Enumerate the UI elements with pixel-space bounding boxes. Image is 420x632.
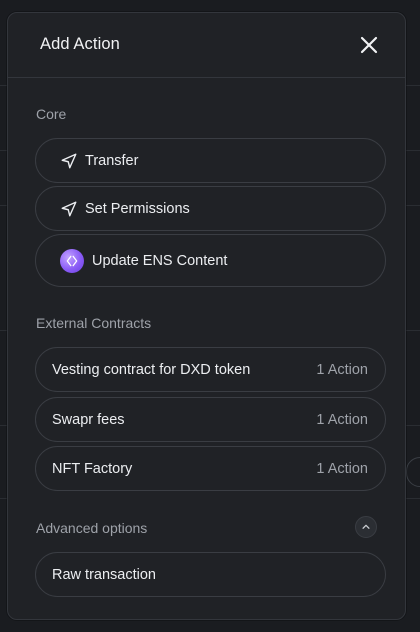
- section-label-core: Core: [36, 106, 67, 122]
- action-count: 1 Action: [316, 361, 368, 378]
- close-icon: [360, 36, 378, 54]
- chevron-up-icon: [362, 524, 370, 529]
- contract-nft-factory[interactable]: NFT Factory 1 Action: [35, 446, 386, 491]
- action-label: Raw transaction: [52, 566, 156, 583]
- add-action-modal: Add Action Core Transfer Set Permissions: [7, 12, 406, 620]
- contract-label: NFT Factory: [52, 460, 133, 477]
- action-label: Update ENS Content: [92, 252, 228, 269]
- section-label-advanced-options: Advanced options: [36, 520, 148, 536]
- send-icon: [59, 151, 79, 171]
- action-label: Transfer: [85, 152, 139, 169]
- action-label: Set Permissions: [85, 200, 190, 217]
- send-icon: [59, 199, 79, 219]
- contract-vesting-dxd[interactable]: Vesting contract for DXD token 1 Action: [35, 347, 386, 392]
- close-button[interactable]: [357, 33, 381, 57]
- contract-label: Vesting contract for DXD token: [52, 361, 251, 378]
- contract-swapr-fees[interactable]: Swapr fees 1 Action: [35, 397, 386, 442]
- background-button: [406, 457, 420, 487]
- modal-header: Add Action: [8, 13, 405, 78]
- action-count: 1 Action: [316, 411, 368, 428]
- contract-label: Swapr fees: [52, 411, 125, 428]
- action-set-permissions[interactable]: Set Permissions: [35, 186, 386, 231]
- ens-icon: [60, 248, 84, 273]
- action-count: 1 Action: [316, 460, 368, 477]
- action-update-ens-content[interactable]: Update ENS Content: [35, 234, 386, 287]
- collapse-advanced-button[interactable]: [355, 516, 377, 538]
- modal-title: Add Action: [40, 35, 120, 53]
- action-transfer[interactable]: Transfer: [35, 138, 386, 183]
- action-raw-transaction[interactable]: Raw transaction: [35, 552, 386, 597]
- section-label-external-contracts: External Contracts: [36, 315, 152, 331]
